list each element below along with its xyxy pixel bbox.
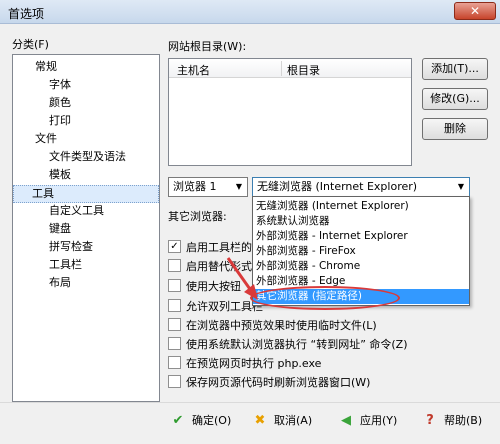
checkbox-box[interactable] [168, 279, 181, 292]
help-button[interactable]: ? 帮助(B) [418, 410, 482, 434]
tree-item-print[interactable]: 打印 [47, 113, 73, 129]
checkbox-label: 在浏览器中预览效果时使用临时文件(L) [186, 319, 377, 332]
cancel-button[interactable]: ✖ 取消(A) [248, 410, 313, 434]
browser-slot-select[interactable]: 浏览器 1 ▼ [168, 177, 248, 197]
checkbox-label: 在预览网页时执行 php.exe [186, 357, 322, 370]
tree-item-spellcheck[interactable]: 拼写检查 [47, 239, 95, 255]
tree-item-font[interactable]: 字体 [47, 77, 73, 93]
chevron-down-icon: ▼ [457, 182, 464, 191]
category-tree[interactable]: 常规 字体 颜色 打印 文件 文件类型及语法 模板 工具 自定义工具 键盘 拼写… [12, 54, 160, 402]
checkbox-box[interactable] [168, 356, 181, 369]
tree-item-layout[interactable]: 布局 [47, 275, 73, 291]
checkbox-box[interactable] [168, 337, 181, 350]
arrow-left-icon: ◀ [341, 413, 351, 428]
apply-button[interactable]: ◀ 应用(Y) [334, 410, 397, 434]
checkbox-box[interactable] [168, 375, 181, 388]
browser-type-value: 无缝浏览器 (Internet Explorer) [257, 180, 418, 193]
help-icon: ? [426, 413, 434, 428]
modify-button[interactable]: 修改(G)... [422, 88, 488, 110]
other-browser-label: 其它浏览器: [168, 210, 227, 223]
dropdown-option-external-firefox[interactable]: 外部浏览器 - FireFox [253, 244, 469, 259]
dropdown-option-system-default[interactable]: 系统默认浏览器 [253, 214, 469, 229]
column-hostname[interactable]: 主机名 [177, 62, 210, 78]
cross-icon: ✖ [254, 413, 266, 428]
tree-item-keyboard[interactable]: 键盘 [47, 221, 73, 237]
dropdown-option-external-chrome[interactable]: 外部浏览器 - Chrome [253, 259, 469, 274]
site-root-header: 主机名 根目录 [169, 59, 411, 78]
add-button[interactable]: 添加(T)... [422, 58, 488, 80]
tree-item-filetype-syntax[interactable]: 文件类型及语法 [47, 149, 128, 165]
cancel-label: 取消(A) [274, 414, 313, 427]
window-title: 首选项 [8, 7, 45, 21]
tree-item-general[interactable]: 常规 [33, 59, 59, 75]
close-button[interactable]: ✕ [454, 2, 496, 20]
tree-item-tools[interactable]: 工具 [13, 185, 159, 203]
checkbox-box[interactable]: ✓ [168, 240, 181, 253]
checkbox-box[interactable] [168, 259, 181, 272]
checkbox-label: 保存网页源代码时刷新浏览器窗口(W) [186, 376, 371, 389]
delete-button[interactable]: 删除 [422, 118, 488, 140]
footer-divider [0, 402, 500, 403]
apply-label: 应用(Y) [360, 414, 398, 427]
checkbox-label: 使用系统默认浏览器执行 “转到网址” 命令(Z) [186, 338, 408, 351]
browser-type-select[interactable]: 无缝浏览器 (Internet Explorer) ▼ [252, 177, 470, 197]
category-label: 分类(F) [12, 38, 49, 51]
title-bar: 首选项 ✕ [0, 0, 500, 24]
dropdown-option-external-ie[interactable]: 外部浏览器 - Internet Explorer [253, 229, 469, 244]
checkbox-label: 使用大按钮 [186, 280, 241, 293]
tree-item-template[interactable]: 模板 [47, 167, 73, 183]
tree-item-color[interactable]: 颜色 [47, 95, 73, 111]
tree-item-file[interactable]: 文件 [33, 131, 59, 147]
ok-button[interactable]: ✔ 确定(O) [166, 410, 232, 434]
tree-item-toolbar[interactable]: 工具栏 [47, 257, 84, 273]
site-root-list[interactable]: 主机名 根目录 [168, 58, 412, 166]
site-root-label: 网站根目录(W): [168, 40, 247, 53]
column-root-dir[interactable]: 根目录 [287, 62, 320, 78]
dropdown-option-seamless-ie[interactable]: 无缝浏览器 (Internet Explorer) [253, 199, 469, 214]
annotation-oval [250, 286, 400, 310]
checkbox-box[interactable] [168, 299, 181, 312]
help-label: 帮助(B) [444, 414, 483, 427]
column-separator [281, 61, 282, 76]
ok-label: 确定(O) [192, 414, 232, 427]
tree-item-custom-tools[interactable]: 自定义工具 [47, 203, 106, 219]
checkbox-box[interactable] [168, 318, 181, 331]
check-icon: ✔ [172, 413, 184, 428]
chevron-down-icon: ▼ [235, 182, 242, 191]
browser-slot-value: 浏览器 1 [173, 180, 217, 193]
